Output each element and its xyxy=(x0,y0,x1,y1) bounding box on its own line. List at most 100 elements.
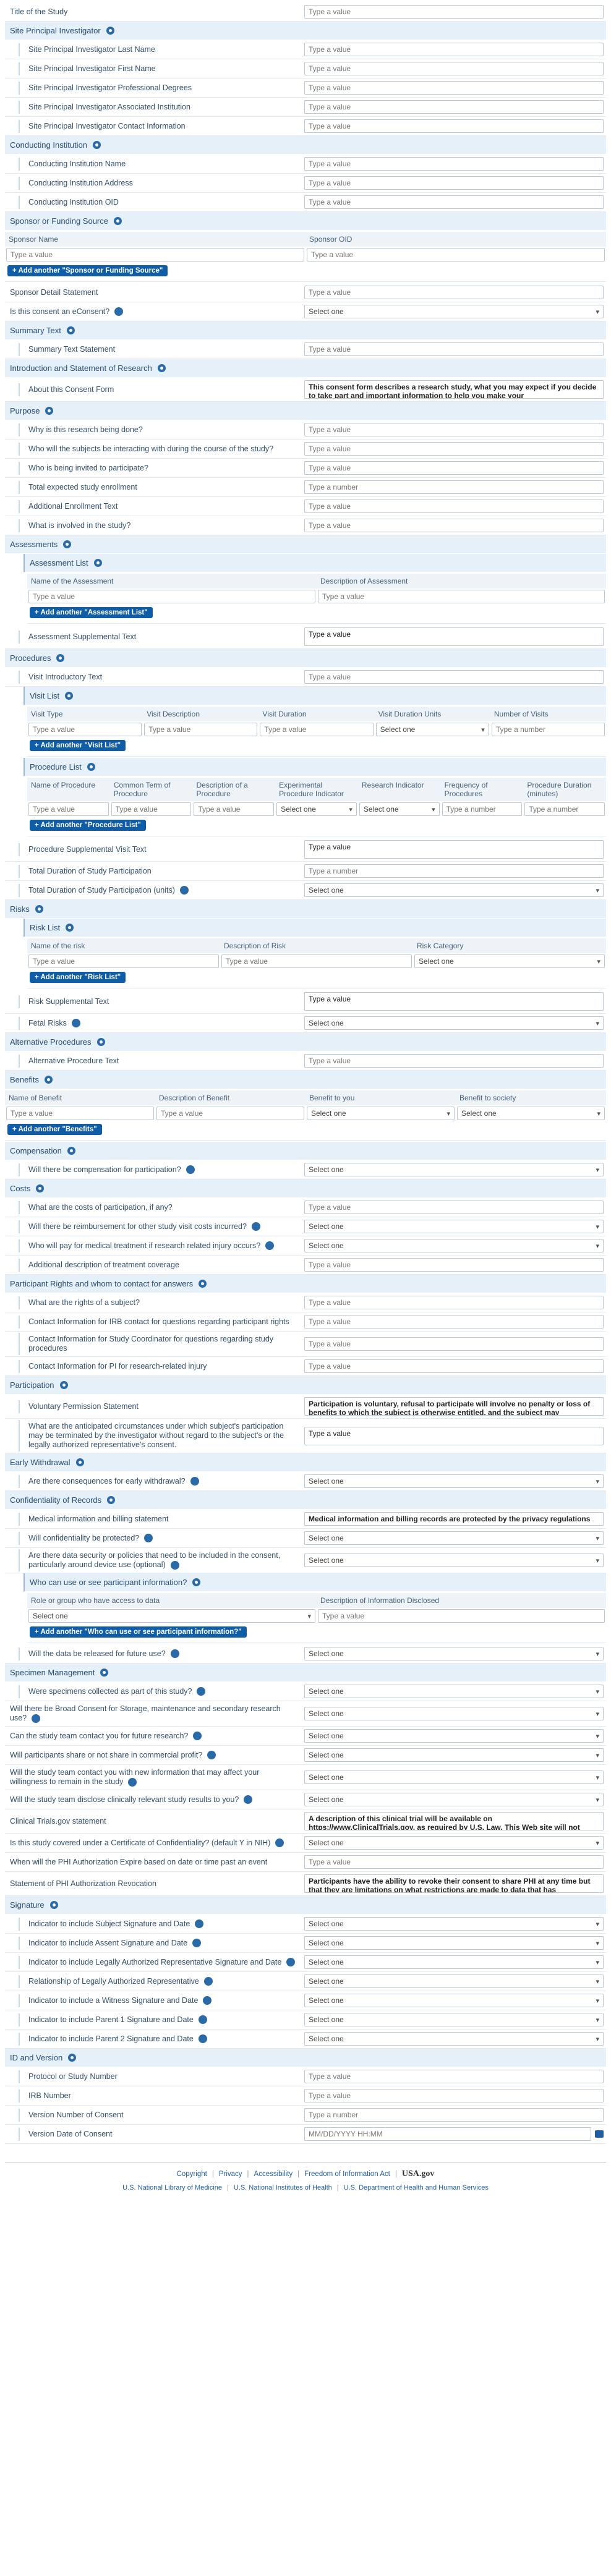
gear-icon[interactable] xyxy=(66,924,74,932)
hhs-link[interactable]: U.S. Department of Health and Human Serv… xyxy=(344,2184,489,2191)
select-dropdown[interactable]: Select one xyxy=(304,1936,604,1950)
select-dropdown[interactable]: Select one xyxy=(304,883,604,897)
gear-icon[interactable] xyxy=(275,1838,284,1848)
select-dropdown[interactable]: Select one xyxy=(304,1239,604,1252)
text-input[interactable] xyxy=(304,1359,604,1373)
select-dropdown[interactable]: Select one xyxy=(304,2013,604,2026)
gear-icon[interactable] xyxy=(49,1901,58,1909)
select-dropdown[interactable]: Select one xyxy=(457,1107,605,1120)
text-input[interactable] xyxy=(318,590,605,603)
text-input[interactable] xyxy=(304,1315,604,1328)
gear-icon[interactable] xyxy=(96,1038,105,1046)
text-input[interactable] xyxy=(304,2089,604,2102)
select-dropdown[interactable]: Select one xyxy=(304,1748,604,1762)
text-input[interactable] xyxy=(144,723,258,736)
select-dropdown[interactable]: Select one xyxy=(304,1955,604,1969)
text-input[interactable] xyxy=(304,1296,604,1309)
text-input[interactable] xyxy=(307,248,605,261)
add-visit-button[interactable]: + Add another "Visit List" xyxy=(30,740,126,751)
text-input[interactable] xyxy=(304,176,604,190)
gear-icon[interactable] xyxy=(203,1996,212,2005)
textarea[interactable]: Type a value xyxy=(304,627,604,646)
select-dropdown[interactable]: Select one xyxy=(304,2032,604,2046)
number-input[interactable] xyxy=(491,723,605,736)
foia-link[interactable]: Freedom of Information Act xyxy=(304,2170,390,2178)
privacy-link[interactable]: Privacy xyxy=(219,2170,242,2178)
text-input[interactable] xyxy=(304,442,604,456)
gear-icon[interactable] xyxy=(170,1560,179,1570)
usa-gov-logo[interactable]: USA.gov xyxy=(402,2169,435,2179)
select-dropdown[interactable]: Select one xyxy=(304,1220,604,1233)
text-input[interactable] xyxy=(28,723,142,736)
gear-icon[interactable] xyxy=(93,559,102,567)
textarea[interactable]: Type a value xyxy=(304,840,604,859)
add-procedure-button[interactable]: + Add another "Procedure List" xyxy=(30,820,146,831)
add-sponsor-button[interactable]: + Add another "Sponsor or Funding Source… xyxy=(7,265,168,276)
gear-icon[interactable] xyxy=(195,1919,204,1929)
gear-icon[interactable] xyxy=(36,1184,45,1192)
gear-icon[interactable] xyxy=(186,1165,195,1175)
text-input[interactable] xyxy=(304,1855,604,1869)
text-input[interactable] xyxy=(304,157,604,171)
gear-icon[interactable] xyxy=(75,1458,84,1466)
text-input[interactable] xyxy=(304,1337,604,1351)
title-input[interactable] xyxy=(304,5,604,19)
date-input[interactable] xyxy=(304,2127,591,2141)
textarea[interactable]: A description of this clinical trial wil… xyxy=(304,1812,604,1830)
gear-icon[interactable] xyxy=(66,326,75,334)
text-input[interactable] xyxy=(304,119,604,133)
select-dropdown[interactable]: Select one xyxy=(304,1793,604,1806)
gear-icon[interactable] xyxy=(207,1751,216,1760)
select-dropdown[interactable]: Select one xyxy=(375,723,489,736)
gear-icon[interactable] xyxy=(203,1977,213,1986)
text-input[interactable] xyxy=(304,62,604,75)
text-input[interactable] xyxy=(156,1107,304,1120)
gear-icon[interactable] xyxy=(106,27,114,35)
select-dropdown[interactable]: Select one xyxy=(304,1707,604,1720)
text-input[interactable] xyxy=(304,43,604,56)
text-input[interactable] xyxy=(304,100,604,114)
add-assessment-button[interactable]: + Add another "Assessment List" xyxy=(30,607,153,618)
text-input[interactable] xyxy=(304,2070,604,2083)
textarea[interactable]: Participation is voluntary, refusal to p… xyxy=(304,1397,604,1416)
gear-icon[interactable] xyxy=(67,1147,75,1155)
select-dropdown[interactable]: Select one xyxy=(304,1554,604,1567)
number-input[interactable] xyxy=(442,802,523,816)
select-dropdown[interactable]: Select one xyxy=(276,802,357,816)
select-dropdown[interactable]: Select one xyxy=(304,1685,604,1698)
select-dropdown[interactable]: Select one xyxy=(304,305,604,318)
select-dropdown[interactable]: Select one xyxy=(304,1994,604,2007)
add-data-access-button[interactable]: + Add another "Who can use or see partic… xyxy=(30,1626,247,1638)
gear-icon[interactable] xyxy=(265,1241,275,1251)
select-dropdown[interactable]: Select one xyxy=(414,954,605,968)
select-dropdown[interactable]: Select one xyxy=(304,1163,604,1176)
text-input[interactable] xyxy=(304,1258,604,1272)
gear-icon[interactable] xyxy=(157,364,166,372)
gear-icon[interactable] xyxy=(93,141,101,149)
select-dropdown[interactable]: Select one xyxy=(359,802,440,816)
gear-icon[interactable] xyxy=(35,905,43,913)
text-input[interactable] xyxy=(304,499,604,513)
text-input[interactable] xyxy=(304,81,604,95)
select-dropdown[interactable]: Select one xyxy=(304,1975,604,1988)
gear-icon[interactable] xyxy=(190,1477,199,1486)
gear-icon[interactable] xyxy=(198,2015,207,2025)
text-input[interactable] xyxy=(28,590,315,603)
gear-icon[interactable] xyxy=(170,1649,179,1659)
gear-icon[interactable] xyxy=(192,1578,201,1586)
gear-icon[interactable] xyxy=(192,1939,202,1948)
select-dropdown[interactable]: Select one xyxy=(304,1729,604,1743)
nlm-link[interactable]: U.S. National Library of Medicine xyxy=(122,2184,222,2191)
text-input[interactable] xyxy=(304,286,604,299)
gear-icon[interactable] xyxy=(107,1496,116,1504)
textarea[interactable]: Type a value xyxy=(304,992,604,1011)
select-dropdown[interactable]: Select one xyxy=(304,1917,604,1931)
gear-icon[interactable] xyxy=(65,692,74,700)
text-input[interactable] xyxy=(194,802,275,816)
text-input[interactable] xyxy=(111,802,192,816)
text-input[interactable] xyxy=(28,954,219,968)
gear-icon[interactable] xyxy=(100,1668,109,1677)
gear-icon[interactable] xyxy=(198,2034,207,2044)
text-input[interactable] xyxy=(304,1201,604,1214)
nih-link[interactable]: U.S. National Institutes of Health xyxy=(234,2184,332,2191)
